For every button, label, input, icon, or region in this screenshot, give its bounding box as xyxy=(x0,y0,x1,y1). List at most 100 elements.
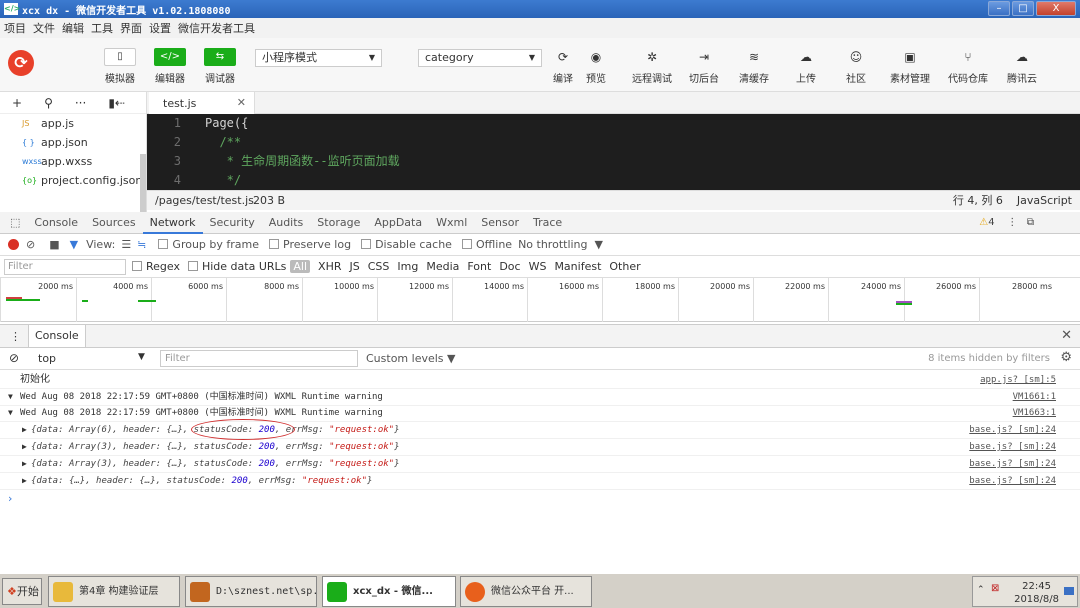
list-view-icon[interactable]: ☰ xyxy=(121,238,131,251)
tab-appdata[interactable]: AppData xyxy=(367,216,429,229)
file-item[interactable]: JS app.js xyxy=(0,114,146,133)
drawer-tab-console[interactable]: Console xyxy=(28,325,86,347)
menu-project[interactable]: 项目 xyxy=(4,20,26,36)
file-item[interactable]: {o} project.config.json xyxy=(0,171,146,190)
add-icon[interactable]: + xyxy=(12,96,22,110)
menu-file[interactable]: 文件 xyxy=(33,20,55,36)
tab-test-js[interactable]: test.js ✕ xyxy=(149,92,255,114)
preserve-log-checkbox[interactable]: Preserve log xyxy=(269,238,351,251)
repository-button[interactable]: ⑂ 代码仓库 xyxy=(946,48,990,85)
filter-xhr[interactable]: XHR xyxy=(318,260,341,273)
tab-sensor[interactable]: Sensor xyxy=(474,216,526,229)
filter-manifest[interactable]: Manifest xyxy=(554,260,601,273)
gear-icon[interactable]: ⚙ xyxy=(1060,350,1072,365)
expand-triangle-icon[interactable]: ▼ xyxy=(8,389,13,405)
preview-button[interactable]: ◉ 预览 xyxy=(576,48,616,85)
menu-settings[interactable]: 设置 xyxy=(149,20,171,36)
record-icon[interactable] xyxy=(8,239,19,250)
close-button[interactable]: X xyxy=(1036,1,1076,16)
tab-storage[interactable]: Storage xyxy=(310,216,367,229)
filter-doc[interactable]: Doc xyxy=(499,260,520,273)
clear-icon[interactable]: ⊘ xyxy=(26,238,35,251)
more-icon[interactable]: ··· xyxy=(75,96,86,110)
network-filter-input[interactable]: Filter xyxy=(4,258,126,275)
clear-console-icon[interactable]: ⊘ xyxy=(9,351,19,365)
code-editor[interactable]: 1 Page({ 2 /** 3 * 生命周期函数--监听页面加载 4 */ xyxy=(147,114,1080,190)
file-item[interactable]: { } app.json xyxy=(0,133,146,152)
tencent-cloud-button[interactable]: ☁ 腾讯云 xyxy=(1002,48,1042,85)
filter-icon[interactable]: ▼ xyxy=(70,238,78,251)
filter-css[interactable]: CSS xyxy=(368,260,390,273)
log-source-link[interactable]: base.js? [sm]:24 xyxy=(969,456,1056,472)
upload-button[interactable]: ☁ 上传 xyxy=(786,48,826,85)
group-by-frame-checkbox[interactable]: Group by frame xyxy=(158,238,259,251)
editor-button[interactable]: </> 编辑器 xyxy=(150,48,190,85)
start-button[interactable]: ❖开始 xyxy=(2,578,42,605)
menu-wechat-devtools[interactable]: 微信开发者工具 xyxy=(178,20,255,36)
taskbar-item[interactable]: D:\sznest.net\sp... xyxy=(185,576,317,607)
maximize-button[interactable]: □ xyxy=(1012,1,1034,16)
console-log-line[interactable]: ▶ {data: Array(3), header: {…}, statusCo… xyxy=(0,456,1080,473)
filter-other[interactable]: Other xyxy=(609,260,640,273)
search-icon[interactable]: ⚲ xyxy=(44,96,53,110)
minimize-button[interactable]: – xyxy=(988,1,1010,16)
expand-triangle-icon[interactable]: ▶ xyxy=(22,439,27,455)
warning-badge[interactable]: ⚠4 ⋮ ⧉ xyxy=(979,217,1034,228)
inspect-icon[interactable]: ⬚ xyxy=(0,216,27,229)
compile-mode-select[interactable]: category ▼ xyxy=(418,49,542,67)
show-desktop-icon[interactable] xyxy=(1064,587,1074,595)
expand-triangle-icon[interactable]: ▶ xyxy=(22,422,27,438)
filter-ws[interactable]: WS xyxy=(529,260,547,273)
console-log-line[interactable]: ▼ Wed Aug 08 2018 22:17:59 GMT+0800 (中国标… xyxy=(0,405,1080,422)
community-button[interactable]: ☺ 社区 xyxy=(836,48,876,85)
close-drawer-icon[interactable]: ✕ xyxy=(1061,328,1072,343)
expand-triangle-icon[interactable]: ▶ xyxy=(22,456,27,472)
log-source-link[interactable]: base.js? [sm]:24 xyxy=(969,473,1056,489)
file-item[interactable]: wxss app.wxss xyxy=(0,152,146,171)
close-tab-icon[interactable]: ✕ xyxy=(237,96,246,109)
debugger-button[interactable]: ⇆ 调试器 xyxy=(200,48,240,85)
menu-tools[interactable]: 工具 xyxy=(91,20,113,36)
taskbar-item[interactable]: 第4章 构建验证层 xyxy=(48,576,180,607)
filter-media[interactable]: Media xyxy=(426,260,459,273)
filter-font[interactable]: Font xyxy=(467,260,491,273)
log-source-link[interactable]: base.js? [sm]:24 xyxy=(969,439,1056,455)
tab-audits[interactable]: Audits xyxy=(262,216,311,229)
hide-data-urls-checkbox[interactable]: Hide data URLs xyxy=(187,260,286,273)
throttling-select[interactable]: No throttling ▼ xyxy=(518,238,603,251)
console-log-line[interactable]: ▶ {data: Array(6), header: {…}, statusCo… xyxy=(0,422,1080,439)
tab-network[interactable]: Network xyxy=(142,212,203,234)
menu-view[interactable]: 界面 xyxy=(120,20,142,36)
offline-checkbox[interactable]: Offline xyxy=(461,238,512,251)
disable-cache-checkbox[interactable]: Disable cache xyxy=(361,238,452,251)
clear-cache-button[interactable]: ≋ 清缓存 xyxy=(734,48,774,85)
expand-triangle-icon[interactable]: ▼ xyxy=(8,405,13,421)
console-log-line[interactable]: ▼ Wed Aug 08 2018 22:17:59 GMT+0800 (中国标… xyxy=(0,389,1080,406)
filter-js[interactable]: JS xyxy=(349,260,359,273)
taskbar-item[interactable]: xcx_dx - 微信... xyxy=(322,576,456,607)
tab-security[interactable]: Security xyxy=(203,216,262,229)
background-button[interactable]: ⇥ 切后台 xyxy=(684,48,724,85)
assets-button[interactable]: ▣ 素材管理 xyxy=(888,48,932,85)
clock[interactable]: 22:45 2018/8/8 xyxy=(1014,580,1059,606)
context-select[interactable]: top xyxy=(38,352,56,365)
log-source-link[interactable]: VM1661:1 xyxy=(1013,389,1056,405)
tray-expand-icon[interactable]: ⌃ xyxy=(977,585,985,595)
collapse-panel-icon[interactable]: ▮⇠ xyxy=(108,96,125,110)
console-filter-input[interactable]: Filter xyxy=(160,350,358,367)
more-menu-icon[interactable]: ⋮ xyxy=(10,330,21,343)
camera-icon[interactable]: ■ xyxy=(49,238,59,251)
filter-img[interactable]: Img xyxy=(397,260,418,273)
console-log-line[interactable]: ▶ {data: {…}, header: {…}, statusCode: 2… xyxy=(0,473,1080,490)
remote-debug-button[interactable]: ✲ 远程调试 xyxy=(630,48,674,85)
language-mode[interactable]: JavaScript xyxy=(1017,194,1072,207)
file-tree-scrollbar[interactable] xyxy=(140,154,146,214)
console-log-line[interactable]: ▶ {data: Array(3), header: {…}, statusCo… xyxy=(0,439,1080,456)
tab-wxml[interactable]: Wxml xyxy=(429,216,474,229)
menu-edit[interactable]: 编辑 xyxy=(62,20,84,36)
regex-checkbox[interactable]: Regex xyxy=(132,260,180,273)
log-source-link[interactable]: base.js? [sm]:24 xyxy=(969,422,1056,438)
taskbar-item[interactable]: 微信公众平台 开... xyxy=(460,576,592,607)
tab-trace[interactable]: Trace xyxy=(526,216,569,229)
expand-triangle-icon[interactable]: ▶ xyxy=(22,473,27,489)
